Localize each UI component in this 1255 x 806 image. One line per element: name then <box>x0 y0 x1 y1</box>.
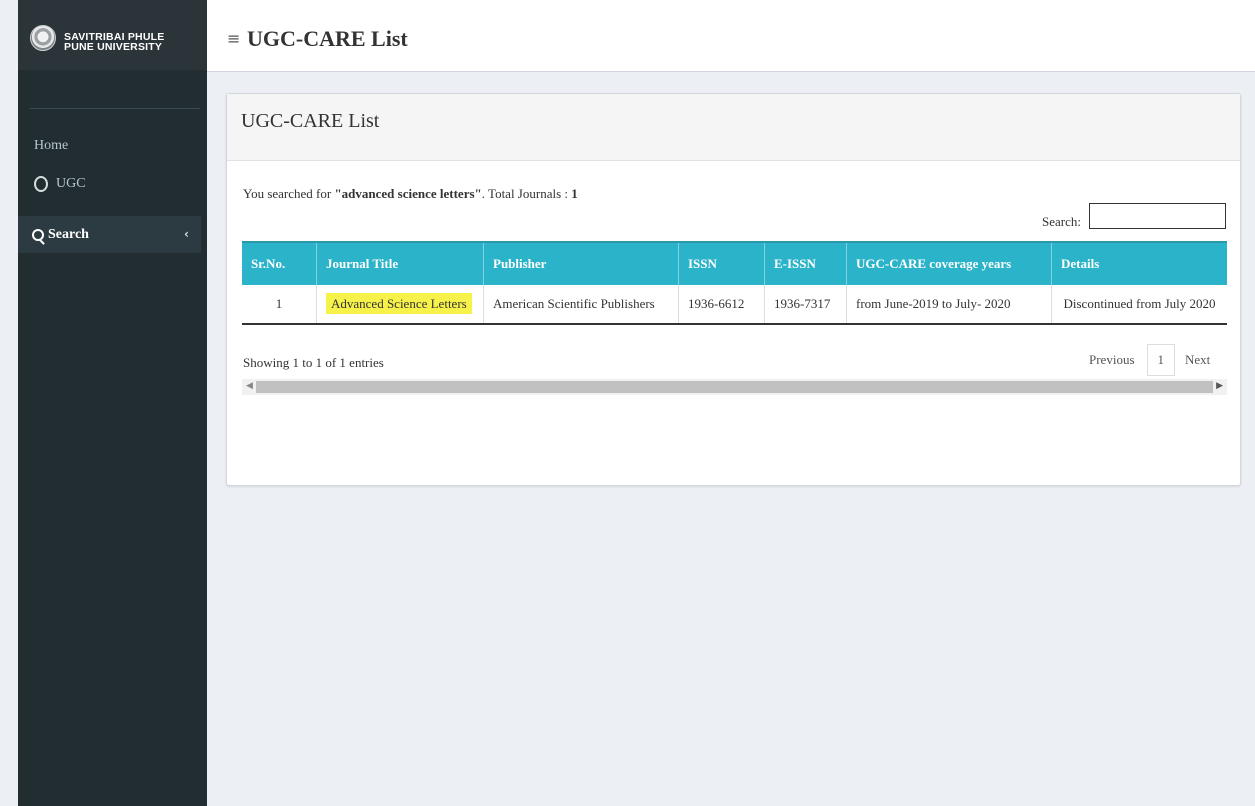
brand[interactable]: SAVITRIBAI PHULE PUNE UNIVERSITY <box>18 0 207 70</box>
previous-page-button[interactable]: Previous <box>1089 352 1135 368</box>
column-header-journal-title[interactable]: Journal Title <box>316 241 484 285</box>
search-summary-suffix: . Total Journals : <box>481 186 572 201</box>
cell-srno: 1 <box>242 285 317 325</box>
sidebar-item-search-label: Search <box>48 227 89 242</box>
sidebar-divider <box>30 108 200 109</box>
cell-coverage-years: from June-2019 to July- 2020 <box>846 285 1052 325</box>
box-title: UGC-CARE List <box>241 110 380 132</box>
results-box: UGC-CARE List You searched for "advanced… <box>226 93 1241 486</box>
search-summary-prefix: You searched for <box>243 186 335 201</box>
scroll-right-arrow-icon[interactable]: ▶ <box>1216 381 1223 391</box>
top-header: ≡ UGC-CARE List <box>207 0 1255 72</box>
journal-table: Sr.No. Journal Title Publisher ISSN E-IS… <box>242 241 1227 325</box>
cell-details: Discontinued from July 2020 <box>1051 285 1227 325</box>
table-row: 1 Advanced Science Letters American Scie… <box>242 285 1227 325</box>
column-header-details[interactable]: Details <box>1051 241 1227 285</box>
sidebar-item-ugc[interactable]: UGC <box>34 176 86 192</box>
journal-title-highlight: Advanced Science Letters <box>326 293 472 314</box>
entries-info: Showing 1 to 1 of 1 entries <box>243 355 384 370</box>
table-header-row: Sr.No. Journal Title Publisher ISSN E-IS… <box>242 241 1227 285</box>
cell-eissn: 1936-7317 <box>764 285 847 325</box>
horizontal-scrollbar[interactable]: ◀ ▶ <box>242 379 1227 395</box>
table-body: 1 Advanced Science Letters American Scie… <box>242 285 1227 325</box>
pagination: Previous 1 Next <box>1089 343 1210 376</box>
column-header-issn[interactable]: ISSN <box>678 241 765 285</box>
sidebar-item-ugc-label: UGC <box>56 176 86 191</box>
sidebar-item-search[interactable]: Search ‹ <box>18 216 201 253</box>
scroll-left-arrow-icon[interactable]: ◀ <box>246 381 253 391</box>
cell-issn: 1936-6612 <box>678 285 765 325</box>
cell-publisher: American Scientific Publishers <box>483 285 679 325</box>
column-header-eissn[interactable]: E-ISSN <box>764 241 847 285</box>
table-header: Sr.No. Journal Title Publisher ISSN E-IS… <box>242 241 1227 285</box>
search-icon <box>32 229 44 241</box>
chevron-left-icon: ‹ <box>184 227 189 241</box>
cell-journal-title: Advanced Science Letters <box>316 285 484 325</box>
page-title: UGC-CARE List <box>247 26 408 51</box>
brand-line-2: PUNE UNIVERSITY <box>64 41 163 53</box>
total-journals: 1 <box>571 186 578 201</box>
sidebar-item-home[interactable]: Home <box>34 138 68 154</box>
hamburger-menu-icon[interactable]: ≡ <box>227 29 240 48</box>
search-summary: You searched for "advanced science lette… <box>243 186 578 202</box>
university-seal-icon <box>30 25 56 51</box>
brand-name: SAVITRIBAI PHULE PUNE UNIVERSITY <box>64 32 164 53</box>
column-header-publisher[interactable]: Publisher <box>483 241 679 285</box>
column-header-srno[interactable]: Sr.No. <box>242 241 317 285</box>
column-header-coverage-years[interactable]: UGC-CARE coverage years <box>846 241 1052 285</box>
circle-icon <box>34 176 48 192</box>
next-page-button[interactable]: Next <box>1185 352 1210 368</box>
search-input[interactable] <box>1089 203 1226 229</box>
page-1-button[interactable]: 1 <box>1146 343 1175 376</box>
search-term: "advanced science letters" <box>334 186 482 201</box>
scrollbar-thumb[interactable] <box>256 381 1213 393</box>
sidebar: SAVITRIBAI PHULE PUNE UNIVERSITY Home UG… <box>18 0 207 806</box>
box-header: UGC-CARE List <box>227 94 1240 161</box>
search-label: Search: <box>1042 214 1081 229</box>
